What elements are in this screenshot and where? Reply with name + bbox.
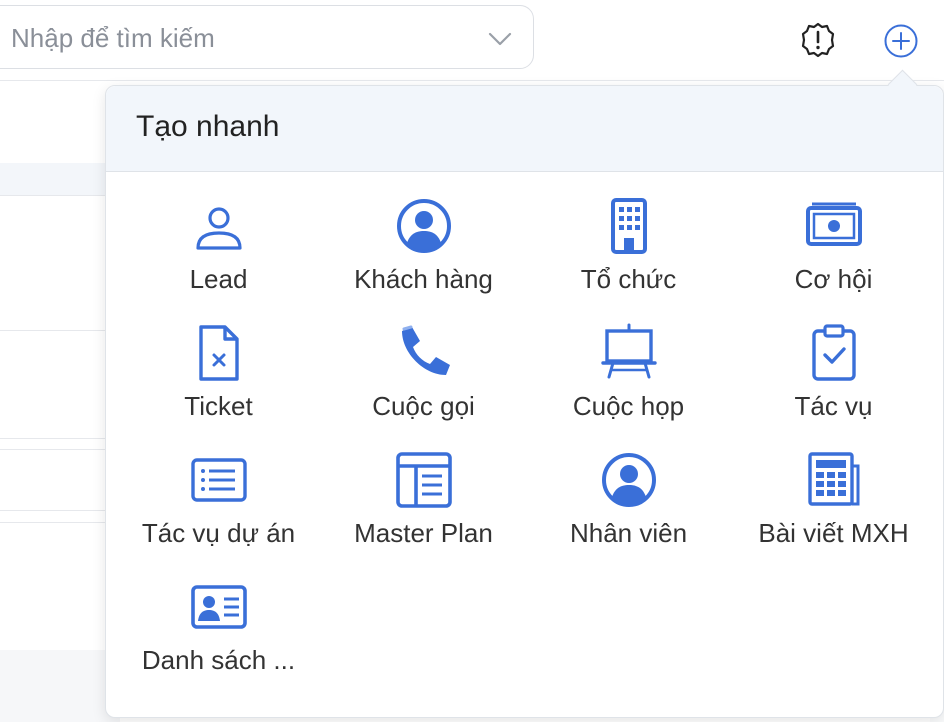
quick-create-lead[interactable]: Lead (116, 196, 321, 316)
item-label: Master Plan (354, 518, 493, 548)
item-label: Cơ hội (794, 264, 873, 294)
user-circle-icon (397, 199, 451, 253)
presentation-board-icon (601, 323, 657, 379)
plus-circle-icon[interactable] (882, 22, 920, 60)
quick-create-meeting[interactable]: Cuộc họp (526, 323, 731, 443)
quick-create-call[interactable]: Cuộc gọi (321, 323, 526, 443)
background-divider (0, 522, 120, 523)
item-label: Tổ chức (580, 264, 677, 294)
alert-badge-icon[interactable] (800, 22, 836, 58)
search-input[interactable] (9, 6, 473, 70)
quick-create-ticket[interactable]: Ticket (116, 323, 321, 443)
chevron-down-icon[interactable] (487, 26, 513, 52)
popover-title: Tạo nhanh (136, 110, 280, 143)
item-label: Cuộc họp (572, 391, 685, 421)
search-box[interactable] (0, 5, 534, 70)
item-label: Tác vụ (794, 391, 873, 421)
contact-card-icon (191, 585, 247, 629)
item-label: Nhân viên (569, 518, 688, 548)
user-outline-icon (196, 207, 242, 250)
background-divider (0, 195, 120, 196)
file-x-icon (199, 325, 239, 381)
background-divider (0, 449, 120, 450)
building-icon (611, 198, 647, 254)
quick-create-task[interactable]: Tác vụ (731, 323, 936, 443)
top-bar (0, 0, 944, 80)
quick-create-project-task[interactable]: Tác vụ dự án (116, 450, 321, 570)
quick-create-customer[interactable]: Khách hàng (321, 196, 526, 316)
quick-create-opportunity[interactable]: Cơ hội (731, 196, 936, 316)
background-divider (0, 438, 120, 439)
clipboard-check-icon (812, 324, 856, 381)
item-label: Bài viết MXH (758, 518, 909, 548)
quick-create-master-plan[interactable]: Master Plan (321, 450, 526, 570)
item-label: Danh sách ... (141, 645, 296, 675)
phone-icon (402, 325, 450, 375)
quick-create-social-post[interactable]: Bài viết MXH (731, 450, 936, 570)
background-divider (0, 330, 120, 331)
newspaper-icon (808, 452, 860, 506)
list-icon (191, 458, 247, 502)
quick-create-list[interactable]: Danh sách ... (116, 577, 321, 697)
quick-create-employee[interactable]: Nhân viên (526, 450, 731, 570)
background-band (0, 163, 120, 195)
background-divider (0, 510, 120, 511)
item-label: Lead (189, 264, 248, 294)
item-label: Tác vụ dự án (141, 518, 296, 548)
layout-table-icon (396, 452, 452, 508)
item-label: Ticket (184, 391, 253, 421)
background-band (0, 650, 120, 722)
quick-create-popover: Tạo nhanh Lead Khách hàng Tổ chức Cơ hội… (105, 85, 944, 718)
employee-circle-icon (602, 453, 656, 507)
money-bill-icon (806, 202, 862, 246)
background-divider (0, 80, 944, 81)
item-label: Khách hàng (354, 264, 493, 294)
popover-header: Tạo nhanh (106, 86, 943, 172)
item-label: Cuộc gọi (372, 391, 475, 421)
quick-create-organization[interactable]: Tổ chức (526, 196, 731, 316)
